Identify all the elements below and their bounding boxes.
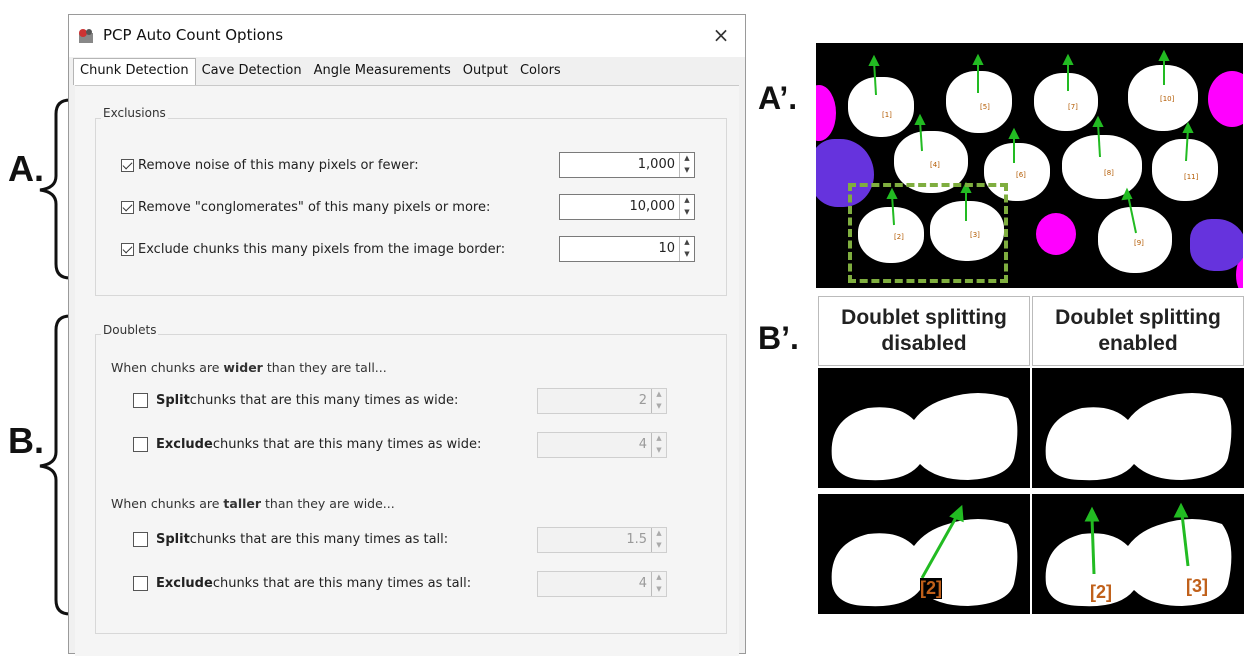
doublets-legend: Doublets <box>101 323 159 337</box>
spin-up-icon[interactable]: ▲ <box>652 389 666 401</box>
tab-cave-detection[interactable]: Cave Detection <box>196 59 308 85</box>
noise-checkbox[interactable] <box>121 159 134 172</box>
doublet-highlight-box <box>848 183 1008 283</box>
col-header-enabled: Doublet splitting enabled <box>1032 296 1244 366</box>
conglomerates-label: Remove "conglomerates" of this many pixe… <box>138 200 491 215</box>
wider-heading: When chunks are wider than they are tall… <box>111 360 387 375</box>
doublet-enabled-result: [2] [3] <box>1032 494 1244 614</box>
exclude-tall-value: 4 <box>638 576 647 591</box>
spin-up-icon[interactable]: ▲ <box>680 153 694 165</box>
split-tall-row: Split chunks that are this many times as… <box>133 532 448 547</box>
spin-up-icon[interactable]: ▲ <box>680 195 694 207</box>
noise-row: Remove noise of this many pixels or fewe… <box>121 158 419 173</box>
spin-down-icon[interactable]: ▼ <box>652 584 666 596</box>
exclude-wide-value: 4 <box>638 437 647 452</box>
spin-up-icon[interactable]: ▲ <box>652 433 666 445</box>
tab-colors[interactable]: Colors <box>514 59 567 85</box>
taller-heading: When chunks are taller than they are wid… <box>111 496 395 511</box>
tab-angle-measurements[interactable]: Angle Measurements <box>308 59 457 85</box>
split-tall-value: 1.5 <box>626 532 647 547</box>
doublet-disabled-mask <box>818 368 1030 488</box>
exclusions-legend: Exclusions <box>101 106 168 120</box>
cell-label: [2] <box>1090 582 1112 602</box>
doublet-disabled-result: [2] <box>818 494 1030 614</box>
app-icon <box>79 29 93 43</box>
conglomerates-value: 10,000 <box>629 199 676 214</box>
exclude-wide-checkbox[interactable] <box>133 437 148 452</box>
border-row: Exclude chunks this many pixels from the… <box>121 242 505 257</box>
doublet-enabled-mask <box>1032 368 1244 488</box>
doublet-label: [2] <box>920 578 942 599</box>
spin-down-icon[interactable]: ▼ <box>652 445 666 457</box>
exclude-wide-spinner[interactable]: 4 ▲ ▼ <box>537 432 667 458</box>
border-spinner[interactable]: 10 ▲ ▼ <box>559 236 695 262</box>
annotation-b-prime: B’. <box>758 320 799 356</box>
noise-label: Remove noise of this many pixels or fewe… <box>138 158 419 173</box>
exclude-tall-spinner[interactable]: 4 ▲ ▼ <box>537 571 667 597</box>
spin-up-icon[interactable]: ▲ <box>652 528 666 540</box>
split-wide-row: Split chunks that are this many times as… <box>133 393 458 408</box>
conglomerates-spinner[interactable]: 10,000 ▲ ▼ <box>559 194 695 220</box>
noise-value: 1,000 <box>637 157 675 172</box>
options-dialog: PCP Auto Count Options × Chunk Detection… <box>68 14 746 656</box>
conglomerates-row: Remove "conglomerates" of this many pixe… <box>121 200 490 215</box>
exclude-tall-checkbox[interactable] <box>133 576 148 591</box>
conglomerates-checkbox[interactable] <box>121 201 134 214</box>
spin-down-icon[interactable]: ▼ <box>680 249 694 261</box>
title-bar: PCP Auto Count Options × <box>69 15 745 57</box>
cell-label: [3] <box>1186 576 1208 596</box>
chunk-detection-panel: Exclusions Remove noise of this many pix… <box>75 85 739 656</box>
spin-up-icon[interactable]: ▲ <box>680 237 694 249</box>
spin-down-icon[interactable]: ▼ <box>680 165 694 177</box>
tab-chunk-detection[interactable]: Chunk Detection <box>73 58 196 85</box>
close-icon[interactable]: × <box>707 21 735 49</box>
spin-up-icon[interactable]: ▲ <box>652 572 666 584</box>
spin-down-icon[interactable]: ▼ <box>652 401 666 413</box>
split-wide-checkbox[interactable] <box>133 393 148 408</box>
exclude-wide-row: Exclude chunks that are this many times … <box>133 437 481 452</box>
annotation-a-prime: A’. <box>758 80 798 116</box>
tab-output[interactable]: Output <box>457 59 514 85</box>
split-wide-value: 2 <box>638 393 647 408</box>
noise-spinner[interactable]: 1,000 ▲ ▼ <box>559 152 695 178</box>
border-value: 10 <box>658 241 675 256</box>
tab-bar: Chunk Detection Cave Detection Angle Mea… <box>73 58 567 85</box>
border-label: Exclude chunks this many pixels from the… <box>138 242 506 257</box>
exclude-tall-row: Exclude chunks that are this many times … <box>133 576 471 591</box>
border-checkbox[interactable] <box>121 243 134 256</box>
split-tall-spinner[interactable]: 1.5 ▲ ▼ <box>537 527 667 553</box>
col-header-disabled: Doublet splitting disabled <box>818 296 1030 366</box>
window-title: PCP Auto Count Options <box>103 26 284 44</box>
split-tall-checkbox[interactable] <box>133 532 148 547</box>
spin-down-icon[interactable]: ▼ <box>652 540 666 552</box>
split-wide-spinner[interactable]: 2 ▲ ▼ <box>537 388 667 414</box>
spin-down-icon[interactable]: ▼ <box>680 207 694 219</box>
